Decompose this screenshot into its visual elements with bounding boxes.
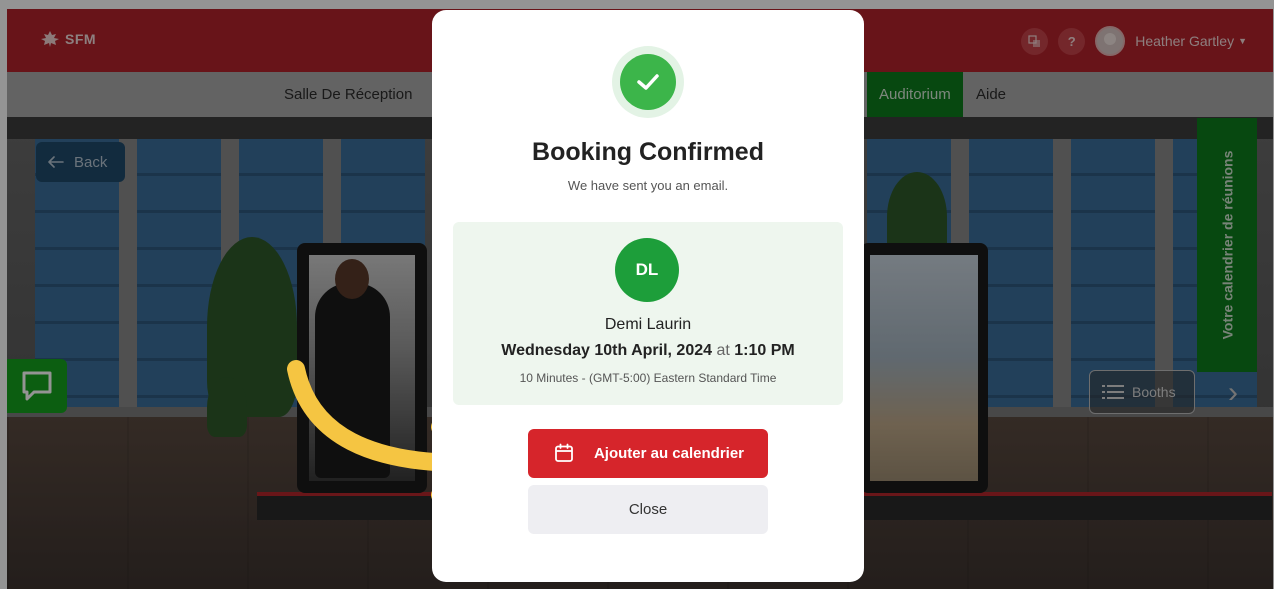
at-connector: at <box>716 342 730 359</box>
dialog-subtitle: We have sent you an email. <box>567 178 729 193</box>
close-button[interactable]: Close <box>528 485 768 534</box>
booking-confirmed-dialog: Booking Confirmed We have sent you an em… <box>432 10 864 582</box>
add-to-calendar-button[interactable]: Ajouter au calendrier <box>528 429 768 478</box>
host-name: Demi Laurin <box>604 316 692 333</box>
booking-datetime: Wednesday 10th April, 2024 at 1:10 PM <box>453 342 843 360</box>
checkmark-icon <box>620 54 676 110</box>
add-to-calendar-label: Ajouter au calendrier <box>593 445 745 462</box>
booking-details-card: DL Demi Laurin Wednesday 10th April, 202… <box>453 222 843 405</box>
success-indicator <box>612 46 684 118</box>
booking-duration: 10 Minutes - (GMT-5:00) Eastern Standard… <box>519 371 777 385</box>
host-avatar: DL <box>615 238 679 302</box>
booking-date: Wednesday 10th April, 2024 <box>501 342 713 359</box>
dialog-title: Booking Confirmed <box>532 138 764 166</box>
calendar-icon <box>555 443 573 462</box>
booking-time: 1:10 PM <box>734 342 795 359</box>
